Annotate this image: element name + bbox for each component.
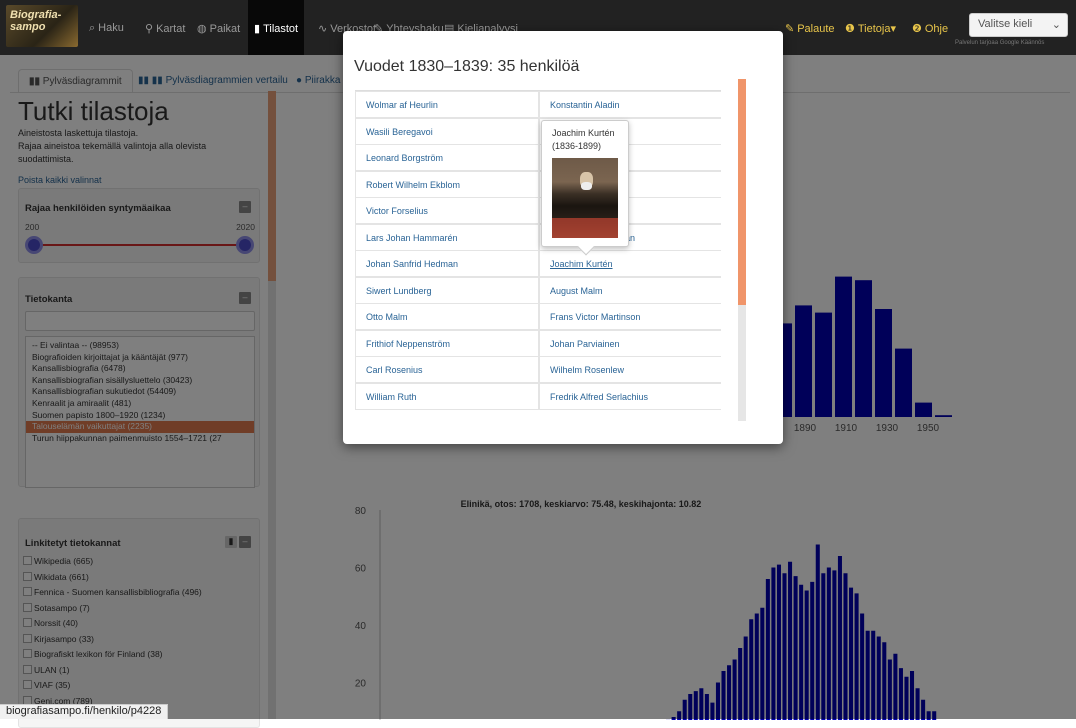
- portrait-desk: [552, 218, 618, 238]
- person-link[interactable]: Siwert Lundberg: [355, 277, 539, 304]
- person-link[interactable]: Frans Victor Martinson: [539, 303, 721, 330]
- pencil-icon: ✎: [785, 23, 794, 35]
- person-link[interactable]: Wilhelm Rosenlew: [539, 356, 721, 383]
- nav-tilastot[interactable]: ▮Tilastot: [248, 0, 304, 55]
- nav-label: Haku: [98, 22, 124, 34]
- person-link[interactable]: Frithiof Neppenström: [355, 330, 539, 357]
- status-bar-url: biografiasampo.fi/henkilo/p4228: [0, 704, 168, 719]
- person-link[interactable]: Wasili Beregavoi: [355, 118, 539, 145]
- person-tooltip: Joachim Kurtén (1836-1899): [541, 120, 629, 247]
- modal-title: Vuodet 1830–1839: 35 henkilöä: [354, 58, 579, 76]
- person-link[interactable]: Fredrik Alfred Serlachius: [539, 383, 721, 410]
- person-portrait: [552, 158, 618, 238]
- globe-icon: ◍: [197, 23, 207, 35]
- nav-kartat[interactable]: ⚲Kartat: [145, 22, 185, 35]
- person-link[interactable]: William Ruth: [355, 383, 539, 410]
- person-link[interactable]: Joachim Kurtén: [539, 250, 721, 277]
- scrollbar-thumb[interactable]: [738, 79, 746, 305]
- language-select[interactable]: Valitse kieli ⌄: [969, 13, 1068, 37]
- nav-label: Tilastot: [263, 23, 298, 35]
- person-link[interactable]: Konstantin Aladin: [539, 91, 721, 118]
- tooltip-name: Joachim Kurtén: [552, 127, 618, 140]
- person-link[interactable]: Lars Johan Hammarén: [355, 224, 539, 251]
- person-link[interactable]: Johan Sanfrid Hedman: [355, 250, 539, 277]
- nav-label: Ohje: [925, 23, 948, 35]
- info-icon: ❶: [845, 23, 855, 35]
- brand-text: Biografia-sampo: [10, 9, 61, 33]
- person-link[interactable]: Robert Wilhelm Ekblom: [355, 171, 539, 198]
- person-link[interactable]: Leonard Borgström: [355, 144, 539, 171]
- person-link[interactable]: Wolmar af Heurlin: [355, 91, 539, 118]
- nav-ohje[interactable]: ❷Ohje: [912, 22, 948, 35]
- nav-tietoja[interactable]: ❶Tietoja▾: [845, 22, 896, 35]
- nav-label: Tietoja: [858, 23, 891, 35]
- person-link[interactable]: Johan Parviainen: [539, 330, 721, 357]
- nav-paikat[interactable]: ◍Paikat: [197, 22, 240, 35]
- search-icon: ⌕: [89, 22, 95, 34]
- brand-logo[interactable]: Biografia-sampo: [6, 5, 78, 47]
- caret-down-icon: ▾: [890, 23, 896, 35]
- help-icon: ❷: [912, 23, 922, 35]
- nav-palaute[interactable]: ✎Palaute: [785, 22, 835, 35]
- modal-scrollbar[interactable]: [738, 79, 746, 421]
- map-marker-icon: ⚲: [145, 23, 153, 35]
- google-translate-credit[interactable]: Palvelun tarjoaa Google Käännös: [955, 40, 1044, 46]
- person-link[interactable]: Otto Malm: [355, 303, 539, 330]
- nav-label: Paikat: [210, 23, 241, 35]
- nav-label: Palaute: [797, 23, 834, 35]
- people-table: Wolmar af HeurlinWasili BeregavoiLeonard…: [355, 90, 721, 423]
- nav-haku[interactable]: ⌕Haku: [89, 22, 124, 35]
- tooltip-years: (1836-1899): [552, 140, 618, 153]
- portrait-beard: [581, 182, 592, 190]
- chevron-down-icon: ⌄: [1052, 18, 1061, 31]
- person-link[interactable]: Carl Rosenius: [355, 356, 539, 383]
- nav-label: Kartat: [156, 23, 185, 35]
- bar-chart-icon: ▮: [254, 23, 260, 35]
- person-link[interactable]: August Malm: [539, 277, 721, 304]
- network-icon: ∿: [318, 23, 327, 35]
- language-select-label: Valitse kieli: [978, 18, 1032, 30]
- person-link[interactable]: Victor Forselius: [355, 197, 539, 224]
